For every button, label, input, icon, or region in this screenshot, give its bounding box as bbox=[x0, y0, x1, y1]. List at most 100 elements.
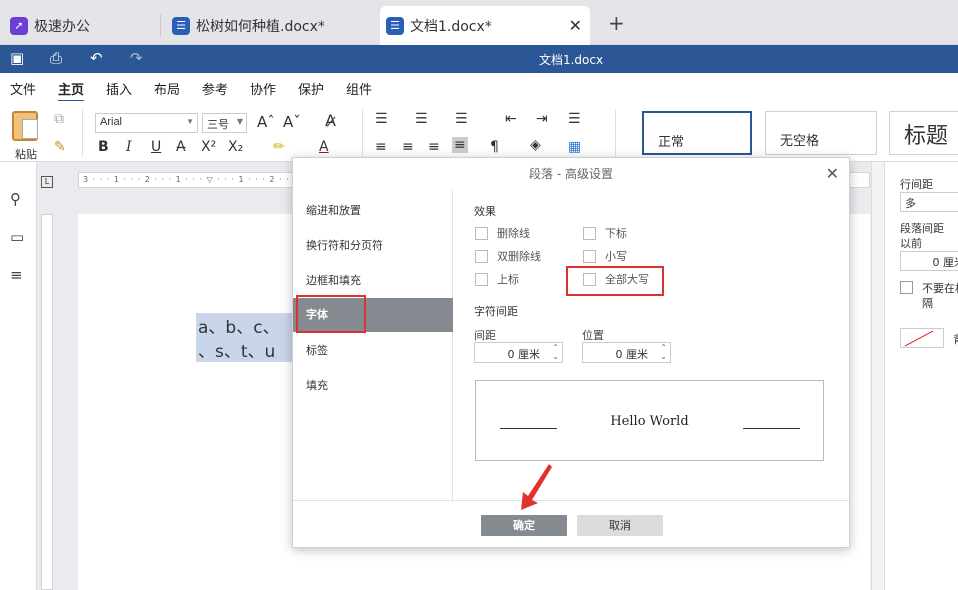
nav-tabs[interactable]: 标签 bbox=[293, 334, 453, 368]
menu-collaborate[interactable]: 协作 bbox=[250, 79, 276, 98]
tab-stop-selector[interactable]: L bbox=[41, 176, 53, 188]
add-tab-icon[interactable]: + bbox=[608, 11, 625, 35]
checkbox-box bbox=[475, 226, 488, 240]
background-label: 背 bbox=[953, 331, 958, 347]
selected-text-line-1[interactable]: a、b、c、 bbox=[196, 313, 296, 338]
nav-borders-fill[interactable]: 边框和填充 bbox=[293, 264, 453, 298]
highlight-icon[interactable]: ✏ bbox=[273, 139, 285, 155]
rocket-icon: ➚ bbox=[10, 16, 28, 35]
menu-layout[interactable]: 布局 bbox=[154, 79, 180, 98]
selected-text-line-2[interactable]: 、s、t、u bbox=[196, 337, 296, 362]
dialog-footer-divider bbox=[293, 500, 849, 501]
checkbox-box bbox=[583, 249, 596, 263]
bullet-list-icon[interactable]: ☰ bbox=[375, 111, 388, 127]
double-strikethrough-checkbox[interactable]: 双删除线 bbox=[475, 248, 541, 264]
superscript-checkbox[interactable]: 上标 bbox=[475, 271, 519, 287]
spacing-input[interactable]: 0 厘米 ⌃ ⌄ bbox=[474, 342, 563, 363]
menu-file[interactable]: 文件 bbox=[10, 79, 36, 98]
char-spacing-title: 字符间距 bbox=[474, 305, 518, 318]
style-no-spacing[interactable]: 无空格 bbox=[765, 111, 877, 155]
nav-line-page-breaks[interactable]: 换行符和分页符 bbox=[293, 229, 453, 263]
menu-plugins[interactable]: 组件 bbox=[346, 79, 372, 98]
menu-references[interactable]: 参考 bbox=[202, 79, 228, 98]
line-spacing-icon[interactable]: ☰ bbox=[568, 111, 581, 127]
tab-app[interactable]: ➚ 极速办公 bbox=[10, 6, 90, 45]
superscript-icon[interactable]: X² bbox=[201, 139, 216, 155]
line-spacing-label: 行间距 bbox=[900, 178, 933, 191]
nav-padding[interactable]: 填充 bbox=[293, 369, 453, 403]
paste-icon[interactable] bbox=[12, 111, 38, 141]
spacing-label: 间距 bbox=[474, 329, 496, 342]
format-painter-icon[interactable]: ✎ bbox=[54, 139, 66, 155]
preview-line-right bbox=[743, 428, 800, 429]
tab-document-active[interactable]: ☰ 文档1.docx* ✕ bbox=[380, 6, 590, 45]
align-center-icon[interactable]: ≡ bbox=[402, 139, 414, 155]
italic-button[interactable]: I bbox=[126, 139, 132, 155]
nav-indents-placement[interactable]: 缩进和放置 bbox=[293, 194, 453, 228]
subscript-icon[interactable]: X₂ bbox=[228, 139, 243, 155]
tab-doc2-label: 文档1.docx* bbox=[410, 18, 492, 35]
tab-doc1-label: 松树如何种植.docx* bbox=[196, 18, 325, 35]
spacing-value: 0 厘米 bbox=[507, 348, 541, 361]
shading-icon[interactable]: ◈ bbox=[530, 137, 541, 153]
underline-button[interactable]: U bbox=[151, 139, 161, 155]
subscript-checkbox[interactable]: 下标 bbox=[583, 225, 627, 241]
title-bar: ▣ ⎙ ↶ ↷ 文档1.docx bbox=[0, 45, 958, 73]
align-right-icon[interactable]: ≡ bbox=[428, 139, 440, 155]
navigation-icon[interactable]: ≡ bbox=[10, 266, 23, 284]
tab-bar: ➚ 极速办公 ☰ 松树如何种植.docx* ☰ 文档1.docx* ✕ + bbox=[0, 0, 958, 45]
font-name-select[interactable]: Arial ▼ bbox=[95, 113, 198, 133]
strikethrough-checkbox[interactable]: 删除线 bbox=[475, 225, 530, 241]
annotation-arrow-icon bbox=[521, 464, 552, 510]
copy-icon[interactable]: ⧉ bbox=[54, 111, 64, 127]
paragraph-spacing-label: 段落间距 bbox=[900, 222, 944, 235]
decrease-indent-icon[interactable]: ⇤ bbox=[505, 111, 517, 127]
justify-icon[interactable]: ≡ bbox=[452, 137, 468, 153]
paragraph-mark-icon[interactable]: ¶ bbox=[490, 139, 499, 155]
font-size-select[interactable]: 三号 ▼ bbox=[202, 113, 247, 133]
style-normal[interactable]: 正常 bbox=[642, 111, 752, 155]
bold-button[interactable]: B bbox=[98, 139, 109, 155]
strikethrough-label: 删除线 bbox=[497, 227, 530, 240]
vertical-ruler[interactable] bbox=[41, 214, 53, 590]
double-strikethrough-label: 双删除线 bbox=[497, 250, 541, 263]
border-color-picker[interactable] bbox=[900, 328, 944, 348]
spinner-arrows-icon[interactable]: ⌃ ⌄ bbox=[552, 343, 559, 361]
paste-label: 粘贴 bbox=[15, 148, 37, 161]
vertical-scrollbar[interactable] bbox=[871, 162, 884, 590]
chevron-down-icon: ▼ bbox=[186, 117, 194, 126]
comment-icon[interactable]: ▭ bbox=[10, 228, 24, 246]
close-tab-icon[interactable]: ✕ bbox=[569, 16, 582, 35]
menu-home[interactable]: 主页 bbox=[58, 79, 85, 102]
grow-font-icon[interactable]: Aˆ bbox=[257, 113, 275, 131]
spinner-arrows-icon[interactable]: ⌃ ⌄ bbox=[660, 343, 667, 361]
shrink-font-icon[interactable]: Aˇ bbox=[283, 113, 301, 131]
increase-indent-icon[interactable]: ⇥ bbox=[536, 111, 548, 127]
menu-bar: 文件 主页 插入 布局 参考 协作 保护 组件 bbox=[0, 73, 958, 102]
position-input[interactable]: 0 厘米 ⌃ ⌄ bbox=[582, 342, 671, 363]
numbered-list-icon[interactable]: ☰ bbox=[415, 111, 428, 127]
small-caps-checkbox[interactable]: 小写 bbox=[583, 248, 627, 264]
strikethrough-icon[interactable]: A̶ bbox=[176, 139, 186, 155]
document-title: 文档1.docx bbox=[538, 53, 604, 67]
ribbon-toolbar: 粘贴 ⧉ ✎ Arial ▼ 三号 ▼ Aˆ Aˇ A̷ B I U A̶ X²… bbox=[0, 101, 958, 162]
search-icon[interactable]: ⚲ bbox=[10, 190, 21, 208]
tab-document-pine[interactable]: ☰ 松树如何种植.docx* bbox=[172, 6, 325, 45]
spacing-before-input[interactable]: 0 厘米 bbox=[900, 251, 958, 271]
close-icon[interactable]: ✕ bbox=[826, 164, 839, 183]
style-heading[interactable]: 标题 bbox=[889, 111, 958, 155]
line-spacing-select[interactable]: 多 bbox=[900, 192, 958, 212]
menu-insert[interactable]: 插入 bbox=[106, 79, 132, 98]
menu-protect[interactable]: 保护 bbox=[298, 79, 324, 98]
font-color-icon[interactable]: A bbox=[319, 139, 329, 155]
no-space-checkbox[interactable] bbox=[900, 281, 913, 294]
clear-format-icon[interactable]: A̷ bbox=[325, 111, 336, 130]
ok-button[interactable]: 确定 bbox=[481, 515, 567, 536]
align-left-icon[interactable]: ≡ bbox=[375, 139, 387, 155]
borders-icon[interactable]: ▦ bbox=[568, 139, 581, 155]
position-label: 位置 bbox=[582, 329, 604, 342]
no-space-label: 不要在相 bbox=[922, 282, 958, 295]
all-caps-highlight bbox=[566, 266, 664, 296]
multilevel-list-icon[interactable]: ☰ bbox=[455, 111, 468, 127]
cancel-button[interactable]: 取消 bbox=[577, 515, 663, 536]
